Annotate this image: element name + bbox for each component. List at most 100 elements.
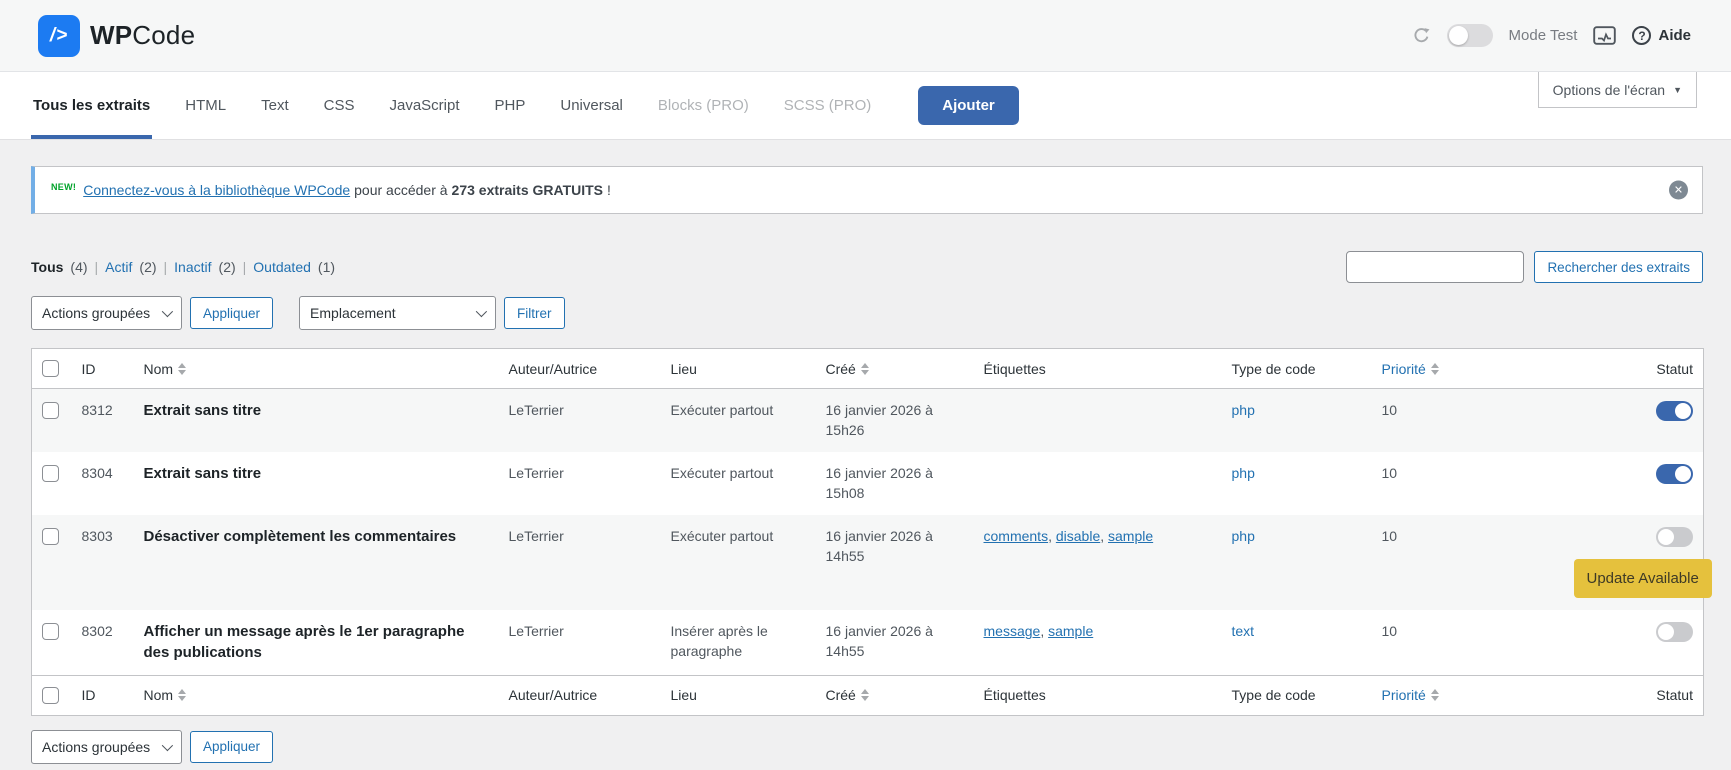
add-snippet-button[interactable]: Ajouter [918,86,1019,125]
status-toggle[interactable] [1656,622,1693,642]
filter-button[interactable]: Filtrer [504,297,565,329]
separator: | [164,259,168,275]
snippet-author: LeTerrier [499,610,661,675]
notice-bold-text: 273 extraits GRATUITS [452,182,603,198]
column-author: Auteur/Autrice [499,349,661,389]
tag-link[interactable]: disable [1056,528,1100,544]
update-available-button[interactable]: Update Available [1574,559,1712,598]
apply-button[interactable]: Appliquer [190,297,273,329]
tag-separator: , [1100,528,1108,544]
bulk-actions-select-control[interactable]: Actions groupées [32,731,181,763]
location-filter-select[interactable]: Emplacement [299,296,496,330]
snippet-name-link[interactable]: Afficher un message après le 1er paragra… [144,622,489,663]
sort-by-created[interactable]: Créé [826,687,869,703]
sort-by-name[interactable]: Nom [144,687,187,703]
sort-arrows-icon [178,363,186,375]
tag-link[interactable]: message [984,623,1041,639]
tab-tous-les-extraits[interactable]: Tous les extraits [31,72,152,139]
screen-options-button[interactable]: Options de l'écran ▼ [1538,72,1697,108]
tag-link[interactable]: comments [984,528,1049,544]
search-input[interactable] [1346,251,1524,283]
code-type-link[interactable]: text [1232,623,1255,639]
apply-button[interactable]: Appliquer [190,731,273,763]
select-row-checkbox[interactable] [42,465,59,482]
select-all-checkbox[interactable] [42,360,59,377]
tab-scss-pro[interactable]: SCSS (PRO) [782,72,874,139]
select-row-checkbox[interactable] [42,623,59,640]
tab-blocks-pro[interactable]: Blocks (PRO) [656,72,751,139]
views-row: Tous (4) | Actif (2) | Inactif (2) | Out… [31,250,1703,284]
view-outdated[interactable]: Outdated [253,259,311,275]
tag-link[interactable]: sample [1108,528,1153,544]
help-button[interactable]: ? Aide [1632,26,1691,45]
sort-by-created[interactable]: Créé [826,361,869,377]
select-row-checkbox[interactable] [42,528,59,545]
view-tous[interactable]: Tous [31,259,63,275]
toggle-knob [1675,403,1691,419]
table-header-row: ID Nom Auteur/Autrice Lieu Créé Étiquett… [32,349,1704,389]
status-toggle[interactable] [1656,527,1693,547]
tab-universal[interactable]: Universal [558,72,625,139]
bulk-actions-select[interactable]: Actions groupées [31,296,182,330]
bulk-actions-select-control[interactable]: Actions groupées [32,297,181,329]
snippet-author: LeTerrier [499,389,661,453]
code-type-link[interactable]: php [1232,528,1255,544]
caret-down-icon: ▼ [1673,85,1682,95]
location-filter-select-control[interactable]: Emplacement [300,297,495,329]
status-filter-links: Tous (4) | Actif (2) | Inactif (2) | Out… [31,259,335,275]
tag-separator: , [1048,528,1056,544]
snippet-name-link[interactable]: Désactiver complètement les commentaires [144,527,457,547]
snippet-location: Exécuter partout [661,515,816,610]
tab-text[interactable]: Text [259,72,291,139]
sort-by-priority[interactable]: Priorité [1382,687,1439,703]
snippet-name-link[interactable]: Extrait sans titre [144,464,262,484]
status-toggle[interactable] [1656,464,1693,484]
new-badge: NEW! [51,182,76,192]
view-actif[interactable]: Actif [105,259,132,275]
sort-by-priority[interactable]: Priorité [1382,361,1439,377]
column-location: Lieu [661,675,816,715]
snippet-created: 16 janvier 2026 à 15h08 [816,452,974,515]
toggle-knob [1675,466,1691,482]
wpcode-logo: /> WPCode [38,15,195,57]
view-inactif[interactable]: Inactif [174,259,211,275]
snippet-tags: message, sample [974,610,1222,675]
refresh-icon[interactable] [1412,26,1431,45]
tab-html[interactable]: HTML [183,72,228,139]
library-connect-link[interactable]: Connectez-vous à la bibliothèque WPCode [83,182,350,198]
wpcode-logo-icon: /> [38,15,80,57]
snippet-author: LeTerrier [499,452,661,515]
table-row: 8304 Extrait sans titre LeTerrier Exécut… [32,452,1704,515]
select-all-checkbox[interactable] [42,687,59,704]
tab-javascript[interactable]: JavaScript [387,72,461,139]
snippet-id: 8303 [72,515,134,610]
search-snippets-button[interactable]: Rechercher des extraits [1534,251,1703,283]
tab-php[interactable]: PHP [493,72,528,139]
wpcode-admin-page: /> WPCode Mode Test ? Aide [0,0,1731,764]
help-label: Aide [1658,27,1691,44]
sort-by-name[interactable]: Nom [144,361,187,377]
toggle-knob [1658,529,1674,545]
view-outdated-count: (1) [318,259,335,275]
column-status: Statut [1564,349,1704,389]
tag-link[interactable]: sample [1048,623,1093,639]
code-type-link[interactable]: php [1232,465,1255,481]
snippet-name-link[interactable]: Extrait sans titre [144,401,262,421]
separator: | [95,259,99,275]
bulk-actions-top: Actions groupées Appliquer Emplacement F… [31,296,1703,330]
snippets-table: ID Nom Auteur/Autrice Lieu Créé Étiquett… [31,348,1704,716]
code-type-link[interactable]: php [1232,402,1255,418]
close-icon[interactable]: ✕ [1669,181,1688,200]
notice-text: pour accéder à [354,182,447,198]
column-author: Auteur/Autrice [499,675,661,715]
tab-css[interactable]: CSS [322,72,357,139]
status-toggle[interactable] [1656,401,1693,421]
bulk-actions-select[interactable]: Actions groupées [31,730,182,764]
app-header: /> WPCode Mode Test ? Aide [0,0,1731,72]
sort-arrows-icon [1431,689,1439,701]
header-actions: Mode Test ? Aide [1412,24,1691,47]
sort-arrows-icon [1431,363,1439,375]
select-row-checkbox[interactable] [42,402,59,419]
test-mode-toggle[interactable] [1447,24,1493,47]
monitor-icon[interactable] [1593,26,1616,45]
